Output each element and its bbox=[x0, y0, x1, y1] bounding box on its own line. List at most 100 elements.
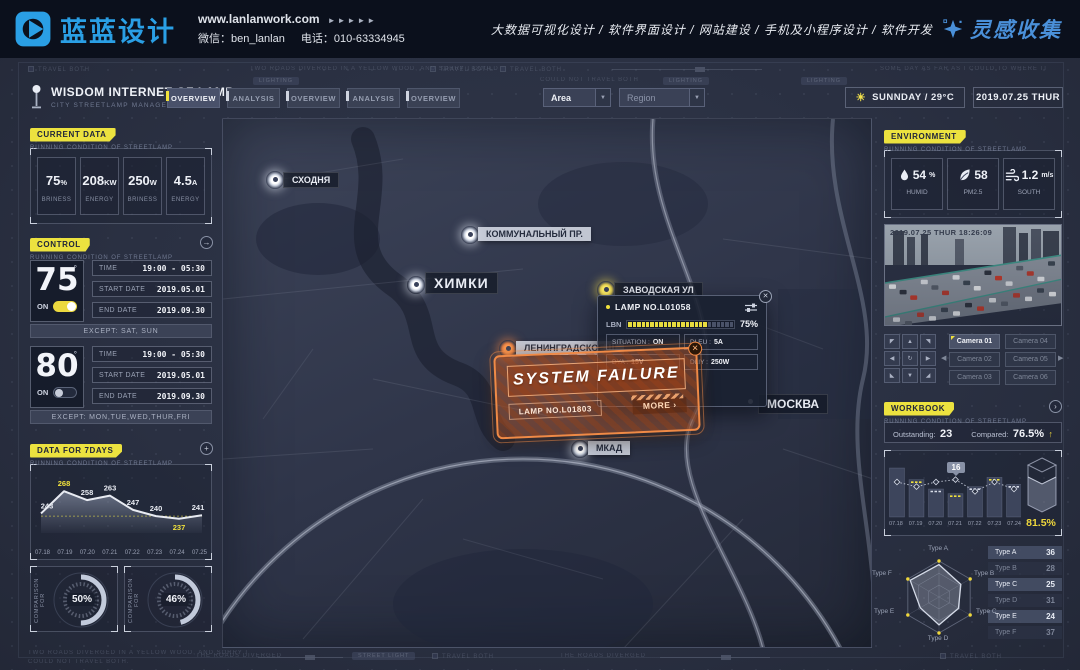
tab-overview-2[interactable]: OVERVIEW bbox=[287, 88, 340, 108]
decor-lighting-badge: LIGHTING bbox=[253, 77, 299, 85]
tab-overview-3[interactable]: OVERVIEW bbox=[407, 88, 460, 108]
sliders-icon[interactable] bbox=[744, 303, 758, 312]
camera-04-button[interactable]: Camera 04 bbox=[1005, 334, 1056, 349]
inspiration-collect[interactable]: 灵感收集 bbox=[942, 14, 1062, 44]
decor-slider[interactable] bbox=[612, 69, 762, 70]
map-pin[interactable] bbox=[571, 440, 589, 458]
close-icon[interactable]: ✕ bbox=[759, 290, 772, 303]
gauge-label: COMPARISON FOR bbox=[128, 573, 137, 627]
decor-checkbox-item: TRAVEL BOTH bbox=[430, 66, 492, 73]
camera-list-next-icon[interactable]: ▶ bbox=[1058, 354, 1063, 362]
pan-down-right-button[interactable]: ◢ bbox=[920, 368, 936, 383]
camera-01-button[interactable]: Camera 01 bbox=[949, 334, 1000, 349]
pan-down-left-button[interactable]: ◣ bbox=[884, 368, 900, 383]
decor-text: THE ROADS DIVERGED bbox=[560, 653, 646, 659]
camera-06-button[interactable]: Camera 06 bbox=[1005, 370, 1056, 385]
comparison-gauge-2: COMPARISON FOR 46% bbox=[124, 566, 212, 632]
collect-label: 灵感收集 bbox=[970, 14, 1062, 44]
weather-widget: ☀ SUNNDAY / 29°C bbox=[845, 87, 965, 108]
sun-icon: ☀ bbox=[856, 91, 866, 104]
legend-row-type-b[interactable]: Type B28 bbox=[988, 562, 1062, 575]
camera-02-button[interactable]: Camera 02 bbox=[949, 352, 1000, 367]
radar-label-c: Type C bbox=[976, 608, 997, 615]
chevron-down-icon[interactable]: ▼ bbox=[595, 89, 610, 106]
brightness-level-box-1: ° 75 ON bbox=[30, 260, 84, 322]
map-label-kommunalny[interactable]: КОММУНАЛЬНЫЙ ПР. bbox=[478, 227, 591, 241]
brightness-slider[interactable] bbox=[626, 320, 735, 329]
chevron-right-icon: › bbox=[673, 400, 677, 410]
sparkle-icon bbox=[942, 18, 964, 40]
pan-right-button[interactable]: ▶ bbox=[920, 351, 936, 366]
week-x-label: 07.24 bbox=[170, 550, 185, 556]
radar-label-b: Type B bbox=[974, 570, 994, 577]
map-label-moskva[interactable]: МОСКВА bbox=[758, 394, 828, 414]
legend-row-type-a[interactable]: Type A36 bbox=[988, 546, 1062, 559]
gauge-value: 50% bbox=[67, 593, 97, 606]
svg-text:258: 258 bbox=[81, 488, 94, 497]
website-link[interactable]: www.lanlanwork.com bbox=[198, 12, 320, 26]
reset-view-button[interactable]: ↻ bbox=[902, 351, 918, 366]
decor-slider[interactable] bbox=[660, 657, 770, 658]
tank-gauge-value: 81.5% bbox=[1021, 517, 1061, 529]
week-x-label: 07.23 bbox=[147, 550, 162, 556]
svg-text:237: 237 bbox=[173, 523, 186, 532]
week-chart-add-button[interactable]: + bbox=[200, 442, 213, 455]
map-label-skhodnya[interactable]: СХОДНЯ bbox=[283, 172, 339, 188]
city-map[interactable]: СХОДНЯ КОММУНАЛЬНЫЙ ПР. ХИМКИ ЗАВОДСКАЯ … bbox=[222, 118, 872, 648]
radar-label-d: Type D bbox=[912, 635, 964, 642]
tab-analysis-2[interactable]: ANALYSIS bbox=[347, 88, 400, 108]
tab-overview-1[interactable]: OVERVIEW bbox=[167, 88, 220, 108]
pan-left-button[interactable]: ◀ bbox=[884, 351, 900, 366]
workbook-more-button[interactable]: › bbox=[1049, 400, 1062, 413]
power-toggle[interactable] bbox=[53, 301, 77, 312]
tab-bar: OVERVIEW ANALYSIS OVERVIEW ANALYSIS OVER… bbox=[167, 88, 460, 108]
week-x-label: 07.25 bbox=[192, 550, 207, 556]
camera-list-prev-icon[interactable]: ◀ bbox=[941, 354, 946, 362]
pan-down-button[interactable]: ▼ bbox=[902, 368, 918, 383]
close-icon[interactable]: ✕ bbox=[688, 341, 703, 356]
region-select[interactable]: Region▼ bbox=[619, 88, 705, 107]
wind-card: 1.2m/s SOUTH bbox=[1003, 158, 1055, 210]
tank-gauge bbox=[1025, 455, 1059, 515]
time-row: TIME19:00 - 05:30 bbox=[92, 346, 212, 362]
decor-text: THE ROADS DIVERGED bbox=[196, 653, 282, 659]
pan-up-right-button[interactable]: ◥ bbox=[920, 334, 936, 349]
lbn-label: LBN bbox=[606, 320, 621, 329]
pan-up-left-button[interactable]: ◤ bbox=[884, 334, 900, 349]
stat-card-briness-2: 250W BRINESS bbox=[123, 157, 162, 215]
decor-slider[interactable] bbox=[258, 657, 343, 658]
map-pin[interactable] bbox=[407, 276, 425, 294]
stat-card-briness: 75% BRINESS bbox=[37, 157, 76, 215]
control-header: CONTROL RUNNING CONDITION OF STREETLAMP bbox=[30, 234, 173, 261]
degree-mark: ° bbox=[74, 264, 77, 273]
area-select[interactable]: Area▼ bbox=[543, 88, 611, 107]
power-toggle[interactable] bbox=[53, 387, 77, 398]
map-label-khimki[interactable]: ХИМКИ bbox=[425, 272, 498, 294]
humidity-drop-icon bbox=[899, 168, 910, 182]
legend-row-type-e[interactable]: Type E24 bbox=[988, 610, 1062, 623]
map-pin[interactable] bbox=[461, 226, 479, 244]
current-data-badge: CURRENT DATA bbox=[30, 128, 116, 142]
tab-analysis-1[interactable]: ANALYSIS bbox=[227, 88, 280, 108]
pan-up-button[interactable]: ▲ bbox=[902, 334, 918, 349]
week-chart-panel: 243268258263247240237241 07.1807.1907.20… bbox=[30, 464, 212, 560]
camera-05-button[interactable]: Camera 05 bbox=[1005, 352, 1056, 367]
decor-text: COULD NOT TRAVEL BOTH. bbox=[28, 659, 129, 665]
comparison-gauge-1: COMPARISON FOR 50% bbox=[30, 566, 118, 632]
workbook-x-axis: 07.1807.1907.2007.2107.2207.2307.24 bbox=[889, 521, 1021, 527]
wechat-label: 微信：ben_lanlan bbox=[198, 33, 285, 45]
camera-column-2: Camera 04 Camera 05 Camera 06 bbox=[1005, 334, 1056, 388]
camera-feed[interactable]: 2019.07.25 THUR 18:26:09 bbox=[884, 224, 1062, 326]
map-label-mkad[interactable]: МКАД bbox=[588, 441, 630, 455]
legend-row-type-c[interactable]: Type C25 bbox=[988, 578, 1062, 591]
decor-lighting-badge: LIGHTING bbox=[801, 77, 847, 85]
control-expand-button[interactable]: → bbox=[200, 236, 213, 249]
failed-lamp-id: LAMP NO.L01803 bbox=[508, 400, 602, 420]
workbook-header: WORKBOOK RUNNING CONDITION OF STREETLAMP bbox=[884, 398, 1027, 425]
map-pin[interactable] bbox=[266, 171, 284, 189]
legend-row-type-f[interactable]: Type F37 bbox=[988, 626, 1062, 639]
chevron-down-icon[interactable]: ▼ bbox=[689, 89, 704, 106]
legend-row-type-d[interactable]: Type D31 bbox=[988, 594, 1062, 607]
wind-icon bbox=[1005, 169, 1019, 182]
camera-03-button[interactable]: Camera 03 bbox=[949, 370, 1000, 385]
